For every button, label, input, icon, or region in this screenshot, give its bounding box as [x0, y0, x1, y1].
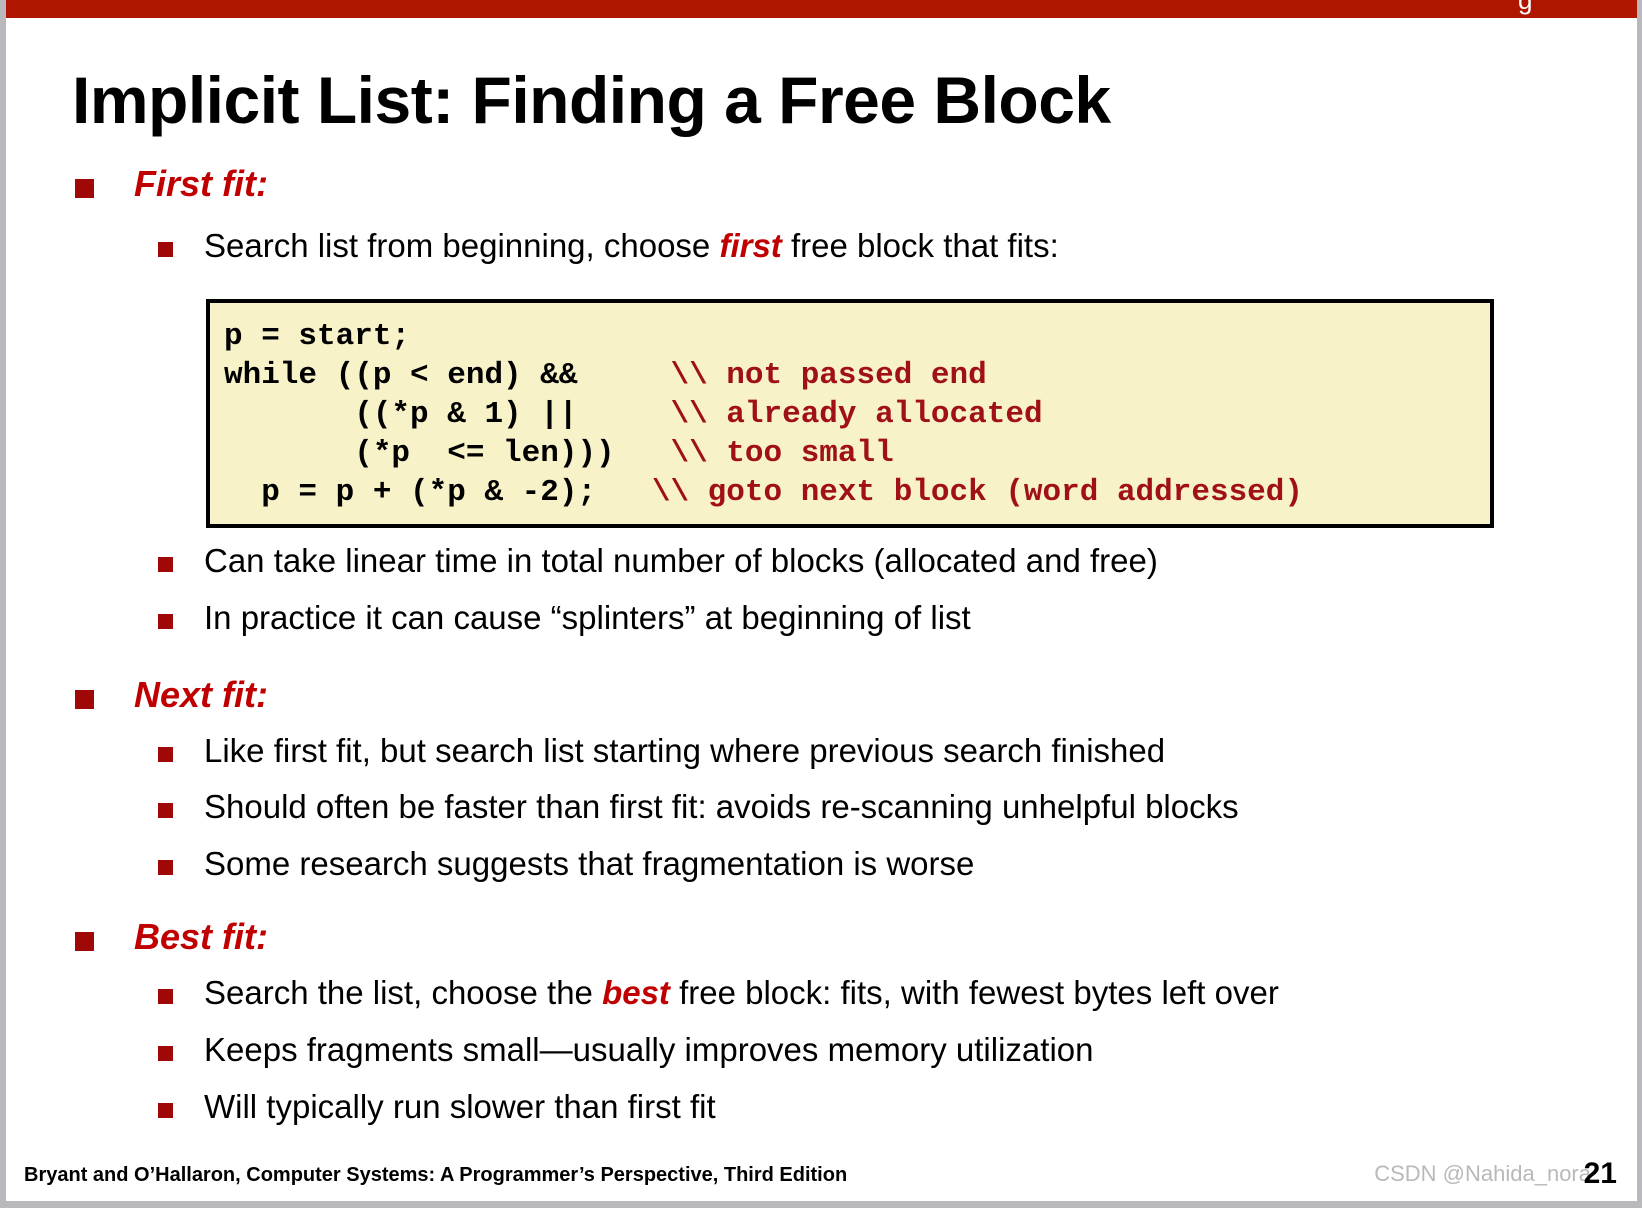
header-bar: g — [6, 0, 1637, 18]
bullet-label: In practice it can cause “splinters” at … — [204, 598, 971, 636]
code-text: p = p + (*p & -2); — [224, 475, 652, 510]
bullet-square-icon — [158, 1046, 173, 1062]
bullet-first-fit-0: Can take linear time in total number of … — [6, 541, 1637, 579]
bullet-square-icon — [158, 803, 173, 819]
code-comment: \\ too small — [670, 436, 894, 471]
bullet-text-post: free block that fits: — [781, 226, 1059, 264]
bullet-best-fit-0: Search the list, choose the best free bl… — [6, 974, 1637, 1012]
section-heading-label: First fit: — [134, 163, 268, 204]
bullet-next-fit-2: Some research suggests that fragmentatio… — [6, 845, 1637, 883]
code-comment: \\ already allocated — [670, 397, 1043, 432]
bullet-first-fit-1: In practice it can cause “splinters” at … — [6, 598, 1637, 636]
bullet-best-fit-2: Will typically run slower than first fit — [6, 1088, 1637, 1126]
code-text: while ((p < end) && — [224, 358, 671, 393]
bullet-square-icon — [158, 556, 173, 572]
bullet-best-fit-1: Keeps fragments small—usually improves m… — [6, 1031, 1637, 1069]
bullet-square-icon — [75, 932, 94, 952]
bullet-next-fit-1: Should often be faster than first fit: a… — [6, 788, 1637, 826]
bullet-label: Some research suggests that fragmentatio… — [204, 845, 975, 883]
bullet-label: Like first fit, but search list starting… — [204, 731, 1166, 769]
code-block: p = start; while ((p < end) && \\ not pa… — [206, 299, 1494, 528]
bullet-label: Keeps fragments small—usually improves m… — [204, 1031, 1094, 1069]
section-heading-first-fit: First fit: — [6, 163, 1637, 204]
page-number: 21 — [1583, 1157, 1617, 1190]
page-title: Implicit List: Finding a Free Block — [72, 63, 1111, 137]
bullet-next-fit-0: Like first fit, but search list starting… — [6, 731, 1637, 769]
code-text: ((*p & 1) || — [224, 397, 671, 432]
bullet-text-pre: Search the list, choose the — [204, 974, 603, 1012]
bullet-square-icon — [158, 613, 173, 629]
bullet-text-highlight: first — [719, 226, 782, 264]
watermark-text: CSDN @Nahida_nora — [1374, 1161, 1591, 1186]
footer-credit: Bryant and O’Hallaron, Computer Systems:… — [24, 1164, 848, 1186]
code-line: ((*p & 1) || \\ already allocated — [224, 395, 1490, 434]
code-line: p = p + (*p & -2); \\ goto next block (w… — [224, 473, 1490, 512]
code-comment: \\ goto next block (word addressed) — [651, 475, 1303, 510]
code-line: while ((p < end) && \\ not passed end — [224, 356, 1490, 395]
bullet-text-highlight: best — [602, 974, 670, 1012]
code-line: p = start; — [224, 317, 1490, 356]
code-comment: \\ not passed end — [670, 358, 987, 393]
bullet-square-icon — [158, 1103, 173, 1119]
bullet-text-post: free block: fits, with fewest bytes left… — [669, 974, 1279, 1012]
section-heading-label: Next fit: — [134, 673, 268, 715]
bullet-square-icon — [75, 179, 94, 198]
bullet-label: Can take linear time in total number of … — [204, 541, 1158, 579]
slide: g Implicit List: Finding a Free Block Fi… — [0, 0, 1642, 1208]
bullet-first-fit-intro: Search list from beginning, choose first… — [6, 226, 1637, 264]
bullet-text-pre: Search list from beginning, choose — [204, 226, 720, 264]
section-heading-next-fit: Next fit: — [6, 673, 1637, 715]
bullet-square-icon — [158, 746, 173, 762]
header-cutoff-text: g — [1518, 0, 1533, 15]
code-line: (*p <= len))) \\ too small — [224, 434, 1490, 473]
bullet-square-icon — [158, 860, 173, 876]
bullet-square-icon — [75, 689, 94, 709]
bullet-square-icon — [158, 989, 173, 1005]
section-heading-best-fit: Best fit: — [6, 916, 1637, 958]
bullet-label: Should often be faster than first fit: a… — [204, 788, 1239, 826]
code-text: p = start; — [224, 319, 411, 354]
section-heading-label: Best fit: — [134, 916, 268, 958]
bullet-square-icon — [158, 241, 173, 257]
code-text: (*p <= len))) — [224, 436, 671, 471]
bullet-label: Will typically run slower than first fit — [204, 1088, 716, 1126]
